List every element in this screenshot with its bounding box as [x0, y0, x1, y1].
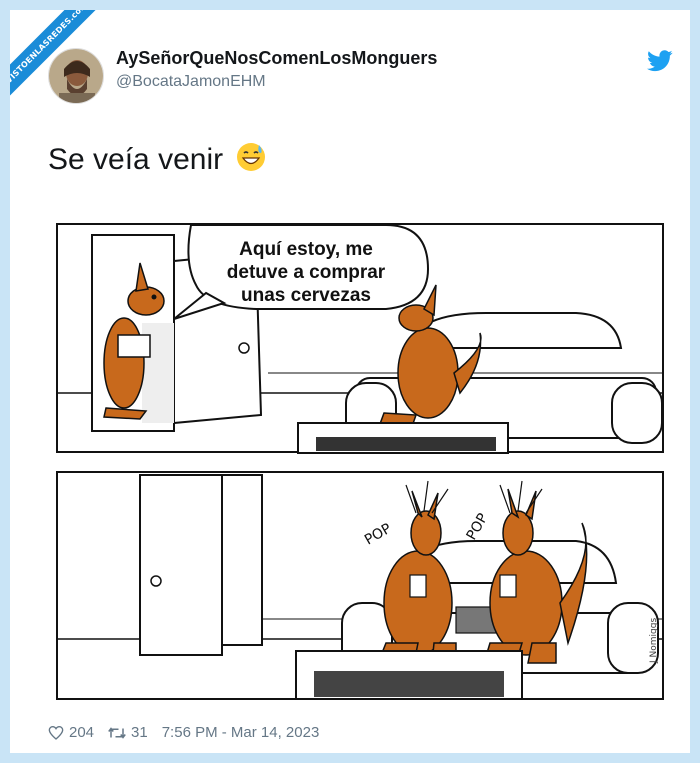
- user-handle[interactable]: @BocataJamonEHM: [116, 73, 266, 91]
- speech-line-2: detuve a comprar: [227, 262, 386, 283]
- speech-line-1: Aquí estoy, me: [239, 239, 373, 260]
- heart-icon[interactable]: [48, 725, 64, 741]
- tweet-timestamp[interactable]: 7:56 PM - Mar 14, 2023: [162, 724, 320, 741]
- tweet-text: Se veía venir: [48, 141, 267, 177]
- avatar[interactable]: [48, 48, 104, 104]
- comic-panel-bottom: POP POP J Nomiggs: [56, 471, 664, 700]
- speech-line-3: unas cervezas: [241, 285, 371, 306]
- comic-panel-top: Aquí estoy, me detuve a comprar unas cer…: [56, 223, 664, 454]
- retweet-icon[interactable]: [108, 725, 126, 741]
- comic-signature: J Nomiggs: [649, 618, 659, 664]
- tweet-card: VISTOENLASREDES.com AySeñorQueNosComenLo…: [10, 10, 690, 753]
- comic-image: Aquí estoy, me detuve a comprar unas cer…: [56, 223, 664, 700]
- tweet-meta: 204 31 7:56 PM - Mar 14, 2023: [48, 724, 319, 741]
- user-name[interactable]: AySeñorQueNosComenLosMonguers: [116, 48, 437, 69]
- twitter-bird-icon[interactable]: [647, 50, 673, 72]
- grinning-sweat-emoji-icon: [237, 143, 266, 171]
- tweet-text-content: Se veía venir: [48, 143, 224, 176]
- retweet-count: 31: [131, 724, 148, 741]
- like-count: 204: [69, 724, 95, 741]
